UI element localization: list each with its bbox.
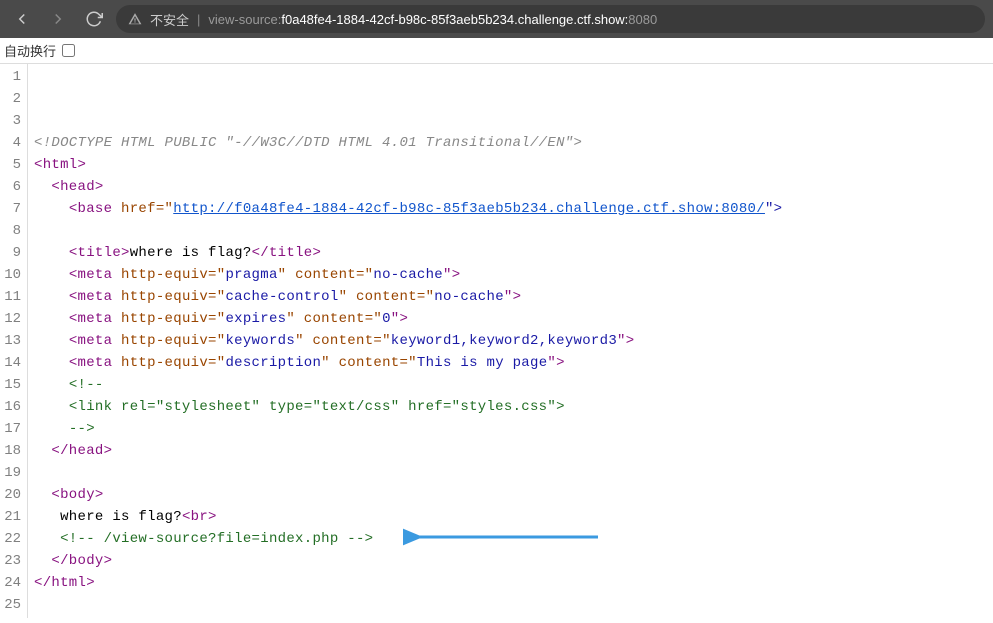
arrow-left-icon [13,10,31,28]
source-line [34,66,993,88]
line-number: 20 [2,484,21,506]
source-line: </html> [34,572,993,594]
line-number: 19 [2,462,21,484]
line-number: 17 [2,418,21,440]
back-button[interactable] [8,5,36,33]
source-line [34,88,993,110]
line-gutter: 1 2 3 4 5 6 7 8 9 10 11 12 13 14 15 16 1… [0,64,28,618]
reload-button[interactable] [80,5,108,33]
reload-icon [85,10,103,28]
line-number: 13 [2,330,21,352]
line-number: 12 [2,308,21,330]
source-line [34,594,993,616]
source-line: <meta http-equiv="keywords" content="key… [34,330,993,352]
source-line: <html> [34,154,993,176]
forward-button[interactable] [44,5,72,33]
annotation-arrow-icon [403,527,603,547]
line-number: 6 [2,176,21,198]
line-number: 15 [2,374,21,396]
source-line [34,220,993,242]
line-number: 18 [2,440,21,462]
arrow-right-icon [49,10,67,28]
source-line: <head> [34,176,993,198]
line-number: 24 [2,572,21,594]
line-number: 21 [2,506,21,528]
source-line: <meta http-equiv="description" content="… [34,352,993,374]
code-area[interactable]: <!DOCTYPE HTML PUBLIC "-//W3C//DTD HTML … [28,64,993,618]
source-line: <meta http-equiv="pragma" content="no-ca… [34,264,993,286]
line-number: 8 [2,220,21,242]
source-line: --> [34,418,993,440]
line-number: 1 [2,66,21,88]
autowrap-checkbox[interactable] [62,44,75,57]
source-line: <base href="http://f0a48fe4-1884-42cf-b9… [34,198,993,220]
autowrap-label: 自动换行 [4,41,56,60]
line-number: 3 [2,110,21,132]
browser-toolbar: 不安全 | view-source:f0a48fe4-1884-42cf-b98… [0,0,993,38]
line-number: 14 [2,352,21,374]
separator: | [197,12,200,27]
base-href-link[interactable]: http://f0a48fe4-1884-42cf-b98c-85f3aeb5b… [173,201,765,217]
source-line: where is flag?<br> [34,506,993,528]
line-number: 11 [2,286,21,308]
source-line: </body> [34,550,993,572]
warning-icon [128,12,142,26]
line-number: 9 [2,242,21,264]
source-line: <link rel="stylesheet" type="text/css" h… [34,396,993,418]
source-line: <title>where is flag?</title> [34,242,993,264]
insecure-label: 不安全 [150,10,189,29]
source-viewer: 1 2 3 4 5 6 7 8 9 10 11 12 13 14 15 16 1… [0,64,993,618]
source-line: <!DOCTYPE HTML PUBLIC "-//W3C//DTD HTML … [34,132,993,154]
source-line: <body> [34,484,993,506]
line-number: 2 [2,88,21,110]
sub-toolbar: 自动换行 [0,38,993,64]
line-number: 16 [2,396,21,418]
url-text: view-source:f0a48fe4-1884-42cf-b98c-85f3… [208,12,657,27]
line-number: 4 [2,132,21,154]
source-line: </head> [34,440,993,462]
line-number: 23 [2,550,21,572]
line-number: 10 [2,264,21,286]
line-number: 25 [2,594,21,616]
source-line: <meta http-equiv="cache-control" content… [34,286,993,308]
line-number: 22 [2,528,21,550]
line-number: 5 [2,154,21,176]
address-bar[interactable]: 不安全 | view-source:f0a48fe4-1884-42cf-b98… [116,5,985,33]
line-number: 7 [2,198,21,220]
source-line: <!-- [34,374,993,396]
source-line [34,462,993,484]
source-line: <meta http-equiv="expires" content="0"> [34,308,993,330]
source-line [34,110,993,132]
